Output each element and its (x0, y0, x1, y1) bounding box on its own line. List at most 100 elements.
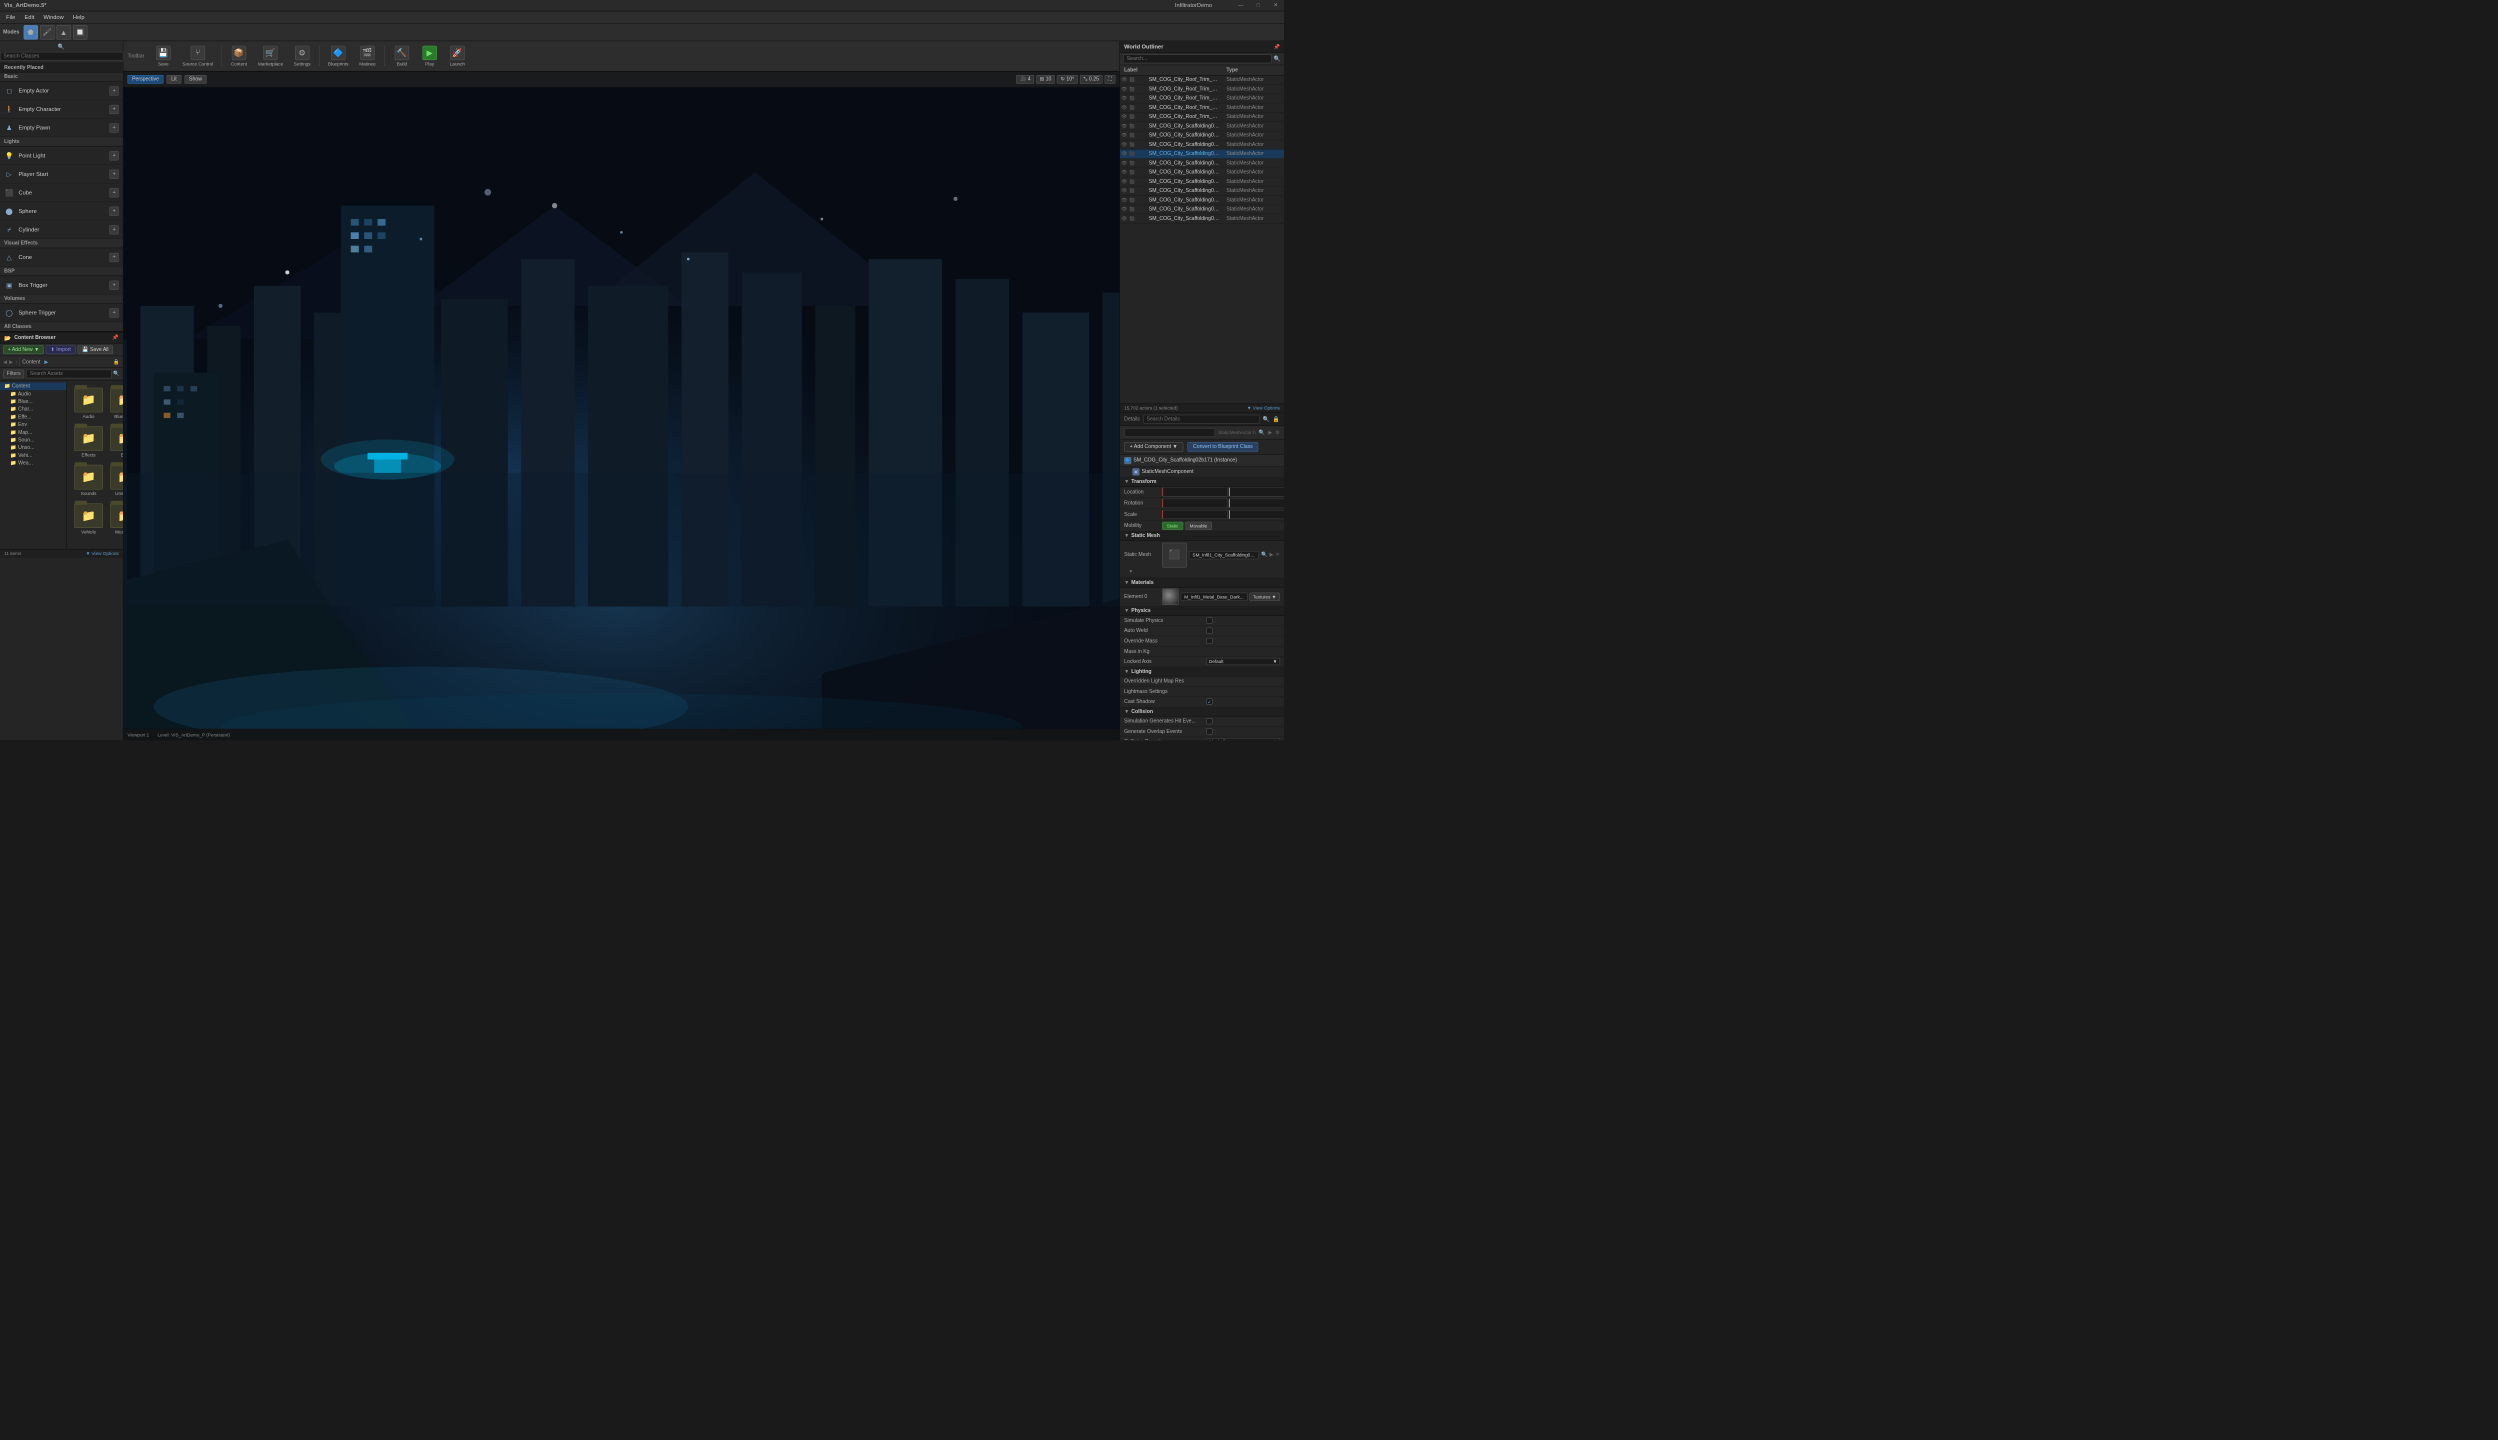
add-component-button[interactable]: + Add Component ▼ (1124, 442, 1183, 452)
mesh-expand-btn[interactable]: ▼ (1128, 569, 1133, 575)
tree-item-effe[interactable]: 📁 Effe... (0, 413, 66, 421)
blueprints-button[interactable]: 🔷 Blueprints (324, 44, 353, 69)
table-row[interactable]: 👁⬛SM_COG_City_Scaffolding02b168StaticMes… (1120, 122, 1284, 131)
outliner-lock-icon[interactable]: 📌 (1273, 44, 1279, 50)
menu-edit[interactable]: Edit (20, 13, 38, 21)
rot-snap-ctrl[interactable]: ↻ 10° (1057, 75, 1078, 84)
build-button[interactable]: 🔨 Build (389, 44, 415, 69)
mesh-browse-btn[interactable]: 🔍 (1261, 552, 1267, 558)
settings-button[interactable]: ⚙ Settings (289, 44, 315, 69)
lighting-section[interactable]: ▼ Lighting (1120, 667, 1284, 676)
mode-placement[interactable]: ⬟ (23, 25, 37, 39)
visibility-icon[interactable]: 👁 (1120, 150, 1128, 158)
visibility-icon[interactable]: 👁 (1120, 113, 1128, 121)
tree-item-soun[interactable]: 📁 Soun... (0, 436, 66, 444)
table-row[interactable]: 👁⬛SM_COG_City_Scaffolding02b172StaticMes… (1120, 159, 1284, 168)
list-item-point-light[interactable]: 💡 Point Light + (0, 146, 123, 165)
table-row[interactable]: 👁⬛SM_COG_City_Scaffolding02b173StaticMes… (1120, 168, 1284, 177)
table-row[interactable]: 👁⬛SM_COG_City_Roof_Trim_VarB_Middle420St… (1120, 85, 1284, 94)
component-item-static-mesh[interactable]: ▣ StaticMeshComponent (1120, 466, 1284, 477)
overlap-events-checkbox[interactable] (1206, 728, 1212, 734)
lit-btn[interactable]: Lit (167, 75, 182, 84)
list-item-cube[interactable]: ⬛ Cube + (0, 183, 123, 202)
tree-item-unso[interactable]: 📁 Unso... (0, 444, 66, 452)
grid-snap-ctrl[interactable]: ⊞ 10 (1036, 75, 1055, 84)
cone-add-btn[interactable]: + (109, 253, 118, 262)
tree-item-blue[interactable]: 📁 Blue... (0, 398, 66, 406)
add-new-button[interactable]: + Add New ▼ (3, 345, 44, 354)
details-arrow-icon[interactable]: ▶ (1268, 429, 1272, 435)
list-item-cylinder[interactable]: ⌿ Cylinder + (0, 221, 123, 240)
sidebar-item-all-classes[interactable]: All Classes (0, 322, 123, 331)
auto-weld-checkbox[interactable] (1206, 628, 1212, 634)
folder-vehicle2[interactable]: 📁 Vehicle (72, 501, 105, 536)
convert-blueprint-button[interactable]: Convert to Blueprint Class (1187, 442, 1258, 452)
asset-search-input[interactable] (26, 370, 111, 379)
matinee-button[interactable]: 🎬 Matinee (355, 44, 381, 69)
perspective-btn[interactable]: Perspective (127, 75, 163, 84)
save-button[interactable]: 💾 Save (151, 44, 177, 69)
materials-section[interactable]: ▼ Materials (1120, 578, 1284, 587)
tree-item-env[interactable]: 📁 Env (0, 421, 66, 429)
launch-button[interactable]: 🚀 Launch (445, 44, 471, 69)
empty-actor-add-btn[interactable]: + (109, 86, 118, 95)
player-start-add-btn[interactable]: + (109, 169, 118, 178)
movable-mobility-btn[interactable]: Movable (1185, 521, 1212, 529)
details-options-icon[interactable]: ⚙ (1275, 429, 1280, 435)
list-item-empty-character[interactable]: 🚶 Empty Character + (0, 100, 123, 119)
visibility-icon[interactable]: 👁 (1120, 159, 1128, 167)
empty-character-add-btn[interactable]: + (109, 105, 118, 114)
visibility-icon[interactable]: 👁 (1120, 168, 1128, 176)
list-item-sphere[interactable]: ⬤ Sphere + (0, 202, 123, 221)
empty-pawn-add-btn[interactable]: + (109, 123, 118, 132)
static-mobility-btn[interactable]: Static (1162, 521, 1183, 529)
rotation-x-input[interactable]: 0.0 (1162, 499, 1228, 508)
table-row[interactable]: 👁⬛SM_COG_City_Scaffolding02b201StaticMes… (1120, 214, 1284, 223)
rotation-y-input[interactable]: 0.0 (1229, 499, 1284, 508)
nav-up-btn[interactable]: ↑ (15, 359, 18, 365)
table-row[interactable]: 👁⬛SM_COG_City_Scaffolding02b169StaticMes… (1120, 131, 1284, 140)
maximize-btn[interactable]: □ (1250, 0, 1266, 11)
physics-section[interactable]: ▼ Physics (1120, 606, 1284, 615)
viewport-maximize-btn[interactable]: ⛶ (1105, 75, 1116, 84)
tree-item-audio[interactable]: 📁 Audio (0, 390, 66, 398)
folder-audio[interactable]: 📁 Audio (72, 386, 105, 421)
nav-back-btn[interactable]: ◀ (3, 359, 7, 365)
locked-axis-dropdown[interactable]: Default ▼ (1206, 658, 1280, 665)
visibility-icon[interactable]: 👁 (1120, 215, 1128, 223)
cb-view-options-btn[interactable]: ▼ View Options (86, 551, 119, 556)
list-item-sphere-trigger[interactable]: ◯ Sphere Trigger + (0, 304, 123, 323)
folder-weapons[interactable]: 📁 Weapons (108, 501, 123, 536)
simulate-physics-checkbox[interactable] (1206, 617, 1212, 623)
cb-lock-icon[interactable]: 🔒 (113, 359, 119, 365)
mesh-go-btn[interactable]: ▶ (1270, 552, 1274, 558)
cb-pin-icon[interactable]: 📌 (112, 335, 118, 341)
table-row[interactable]: 👁⬛SM_COG_City_Scaffolding02b171StaticMes… (1120, 150, 1284, 159)
table-row[interactable]: 👁⬛SM_COG_City_Roof_Trim_VarB_Middle457St… (1120, 94, 1284, 103)
visibility-icon[interactable]: 👁 (1120, 178, 1128, 186)
visibility-icon[interactable]: 👁 (1120, 122, 1128, 130)
cube-add-btn[interactable]: + (109, 188, 118, 197)
sidebar-item-visual-effects[interactable]: Visual Effects (0, 239, 123, 248)
box-trigger-add-btn[interactable]: + (109, 280, 118, 289)
visibility-icon[interactable]: 👁 (1120, 131, 1128, 139)
viewport[interactable]: Perspective Lit Show 🎥 4 ⊞ 10 ↻ 10° ⤡ 0.… (123, 72, 1119, 740)
table-row[interactable]: 👁⬛SM_COG_City_Scaffolding02b170StaticMes… (1120, 140, 1284, 149)
tree-item-wea[interactable]: 📁 Wea... (0, 460, 66, 468)
table-row[interactable]: 👁⬛SM_COG_City_Scaffolding02b198StaticMes… (1120, 187, 1284, 196)
menu-help[interactable]: Help (69, 13, 89, 21)
mode-geometry[interactable]: 🔲 (73, 25, 87, 39)
import-button[interactable]: ⬆ Import (46, 345, 76, 354)
collision-section[interactable]: ▼ Collision (1120, 707, 1284, 716)
list-item-player-start[interactable]: ▷ Player Start + (0, 165, 123, 184)
visibility-icon[interactable]: 👁 (1120, 76, 1128, 84)
point-light-add-btn[interactable]: + (109, 151, 118, 160)
sidebar-item-lights[interactable]: Lights (0, 137, 123, 146)
place-search-input[interactable] (0, 52, 123, 61)
transform-section[interactable]: ▼ Transform (1120, 477, 1284, 486)
table-row[interactable]: 👁⬛SM_COG_City_Roof_Trim_VarB_Middle458St… (1120, 103, 1284, 112)
outliner-list[interactable]: 👁⬛SM_COG_City_Roof_Trim_VarB_Middle419St… (1120, 76, 1284, 404)
play-button[interactable]: ▶ Play (417, 44, 443, 69)
visibility-icon[interactable]: 👁 (1120, 104, 1128, 112)
nav-forward-btn[interactable]: ▶ (9, 359, 13, 365)
